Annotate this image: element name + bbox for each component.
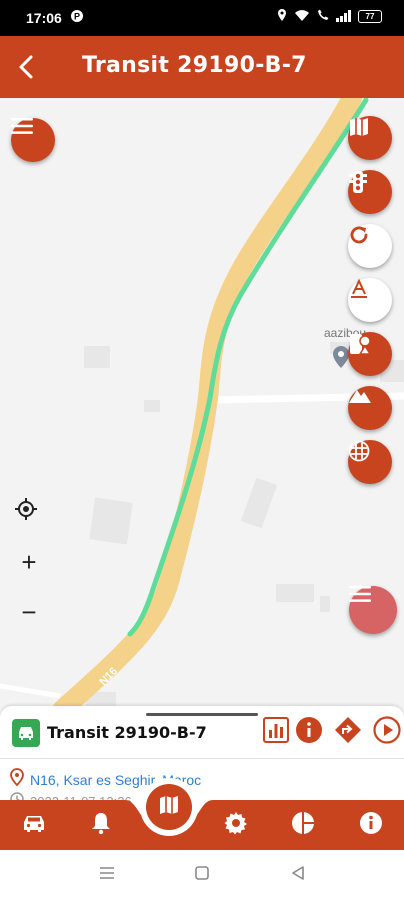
options-fab[interactable]: [349, 586, 397, 634]
call-icon: [316, 9, 330, 25]
map-building: [240, 477, 278, 529]
nav-background: [0, 800, 404, 850]
zoom-out-button[interactable]: −: [14, 597, 44, 627]
map-type-button[interactable]: [348, 116, 392, 160]
map-building: [144, 400, 160, 412]
location-pin-icon: [10, 768, 24, 791]
nav-about[interactable]: [356, 810, 386, 840]
notification-icon: P: [70, 9, 84, 26]
vehicle-name: Transit 29190-B-7: [47, 723, 207, 742]
back-arrow-icon[interactable]: [14, 52, 40, 82]
info-button[interactable]: [295, 716, 323, 749]
info-icon: [359, 811, 383, 840]
nav-map[interactable]: [146, 784, 192, 830]
nav-notifications[interactable]: [86, 810, 116, 840]
nav-vehicles[interactable]: [19, 810, 49, 840]
info-icon: [295, 716, 323, 749]
bell-icon: [90, 811, 112, 840]
bar-chart-icon: [263, 716, 289, 748]
map-road: [0, 683, 61, 699]
my-location-button[interactable]: [14, 497, 44, 527]
map-icon: [158, 794, 180, 821]
zoom-in-button[interactable]: +: [14, 547, 44, 577]
app-header: Transit 29190-B-7: [0, 36, 404, 98]
route-line: [127, 98, 369, 637]
page-title: Transit 29190-B-7: [82, 53, 307, 78]
playback-button[interactable]: [373, 715, 401, 749]
directions-icon: [334, 716, 362, 749]
map-canvas: N16: [0, 98, 404, 710]
bottom-navigation: [0, 784, 404, 850]
menu-button[interactable]: [11, 118, 55, 162]
back-triangle-icon: [290, 865, 306, 886]
map-building: [84, 346, 110, 368]
signal-icon: [336, 9, 352, 25]
place-marker: [333, 346, 349, 368]
home-square-icon: [194, 865, 210, 886]
wifi-icon: [294, 9, 310, 25]
nav-settings[interactable]: [221, 810, 251, 840]
labels-button[interactable]: [348, 278, 392, 322]
gear-icon: [224, 811, 248, 840]
map-building: [89, 497, 133, 545]
grid-button[interactable]: [348, 440, 392, 484]
map-building: [320, 596, 330, 612]
map-view[interactable]: N16 aazibou + −: [0, 98, 404, 710]
recents-icon: [99, 866, 115, 885]
nav-reports[interactable]: [288, 810, 318, 840]
home-button[interactable]: [192, 865, 212, 885]
directions-button[interactable]: [334, 716, 362, 749]
status-time: 17:06: [26, 10, 62, 26]
refresh-button[interactable]: [348, 224, 392, 268]
location-status-icon: [276, 8, 288, 25]
play-icon: [373, 715, 401, 749]
map-building: [276, 584, 314, 602]
svg-text:P: P: [74, 12, 80, 22]
terrain-button[interactable]: [348, 386, 392, 430]
geofence-button[interactable]: [348, 332, 392, 376]
divider: [0, 758, 404, 759]
system-back-button[interactable]: [288, 865, 308, 885]
vehicle-status-icon: [12, 719, 40, 747]
pie-chart-icon: [291, 811, 315, 840]
system-navigation-bar: [0, 850, 404, 900]
recents-button[interactable]: [97, 865, 117, 885]
sheet-handle[interactable]: [146, 713, 258, 716]
car-icon: [21, 813, 47, 838]
status-bar: 17:06 P 77: [0, 0, 404, 36]
traffic-button[interactable]: [348, 170, 392, 214]
report-button[interactable]: [262, 716, 290, 748]
battery-icon: 77: [358, 10, 382, 23]
